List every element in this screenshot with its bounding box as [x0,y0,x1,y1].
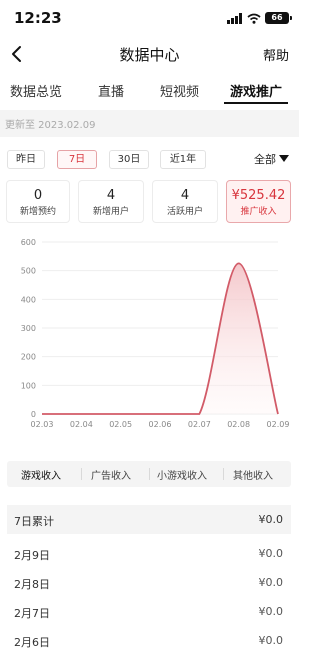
data-point [277,413,280,416]
period-7d-button[interactable]: 7日 [57,150,97,169]
day-value: ¥0.0 [258,576,284,589]
day-value: ¥0.0 [258,634,284,647]
summary-label: 7日累计 [14,515,54,528]
tab-divider [81,468,82,480]
day-date: 2月7日 [14,607,50,620]
update-time-text: 更新至 2023.02.09 [5,120,96,131]
kpi-active-users[interactable]: 4 活跃用户 [152,180,218,223]
kpi-promotion-revenue[interactable]: ¥525.42 推广收入 [226,180,291,223]
kpi-value: 4 [106,188,116,203]
summary-row: 7日累计 ¥0.0 [7,505,291,534]
kpi-value: 4 [180,188,190,203]
y-tick-label: 200 [21,353,36,362]
day-value: ¥0.0 [258,547,284,560]
kpi-new-reservations[interactable]: 0 新增预约 [6,180,70,223]
battery-icon: 66 [265,12,292,24]
data-point [119,413,122,416]
tab-mini-game-revenue[interactable]: 小游戏收入 [157,467,207,482]
summary-value: ¥0.0 [258,513,284,526]
y-tick-label: 0 [31,410,36,419]
x-tick-label: 02.08 [227,420,250,429]
list-item: 2月7日 ¥0.0 [7,601,291,625]
status-bar: 12:23 66 [0,0,299,36]
update-info-bar: 更新至 2023.02.09 [0,110,299,137]
caret-down-icon [279,155,289,162]
revenue-area-chart: 0 100 200 300 400 500 600 02.03 02.04 02.05 02.06 0… [21,238,290,429]
y-tick-label: 300 [21,324,36,333]
tab-divider [223,468,224,480]
filter-dropdown[interactable]: 全部 [254,151,289,167]
top-tabs: 数据总览 直播 短视频 游戏推广 [0,76,299,106]
filter-label: 全部 [254,153,276,166]
tab-game-revenue[interactable]: 游戏收入 [21,467,61,482]
nav-bar: 数据中心 帮助 [0,36,299,72]
status-icons: 66 [227,11,292,25]
kpi-label: 推广收入 [240,207,277,217]
tab-other-revenue[interactable]: 其他收入 [233,467,273,482]
x-tick-label: 02.07 [188,420,211,429]
list-item: 2月6日 ¥0.0 [7,630,291,654]
data-point [237,262,240,265]
kpi-label: 活跃用户 [166,207,203,217]
tab-live[interactable]: 直播 [98,81,124,100]
day-value: ¥0.0 [258,605,284,618]
series-area [42,263,278,414]
signal-icon [227,12,242,24]
x-tick-label: 02.06 [149,420,172,429]
day-date: 2月9日 [14,549,50,562]
data-point [198,413,201,416]
day-date: 2月8日 [14,578,50,591]
y-tick-label: 100 [21,381,36,390]
kpi-label: 新增用户 [92,207,129,217]
data-point [159,413,162,416]
x-tick-label: 02.03 [31,420,54,429]
wifi-icon [247,13,261,24]
list-item: 2月9日 ¥0.0 [7,543,291,567]
tab-data-overview[interactable]: 数据总览 [10,81,62,100]
data-point [41,413,44,416]
kpi-value: 0 [33,188,43,203]
day-date: 2月6日 [14,636,50,649]
kpi-new-users[interactable]: 4 新增用户 [78,180,144,223]
data-point [80,413,83,416]
revenue-type-tabs: 游戏收入 广告收入 小游戏收入 其他收入 [7,461,291,487]
tab-game-promotion[interactable]: 游戏推广 [230,81,282,100]
page-title: 数据中心 [119,46,180,64]
kpi-label: 新增预约 [19,207,56,217]
period-30d-button[interactable]: 30日 [109,150,149,169]
kpi-value: ¥525.42 [231,188,286,203]
tab-short-video[interactable]: 短视频 [160,81,199,100]
x-tick-label: 02.04 [70,420,93,429]
y-tick-label: 500 [21,267,36,276]
tab-divider [149,468,150,480]
period-yesterday-button[interactable]: 昨日 [7,150,45,169]
y-tick-label: 600 [21,238,36,247]
status-time: 12:23 [14,9,62,27]
period-1y-button[interactable]: 近1年 [160,150,206,169]
y-tick-label: 400 [21,295,36,304]
x-tick-label: 02.05 [109,420,132,429]
list-item: 2月8日 ¥0.0 [7,572,291,596]
active-tab-indicator [224,102,288,104]
tab-ad-revenue[interactable]: 广告收入 [91,467,131,482]
x-tick-label: 02.09 [267,420,290,429]
help-button[interactable]: 帮助 [263,45,289,64]
